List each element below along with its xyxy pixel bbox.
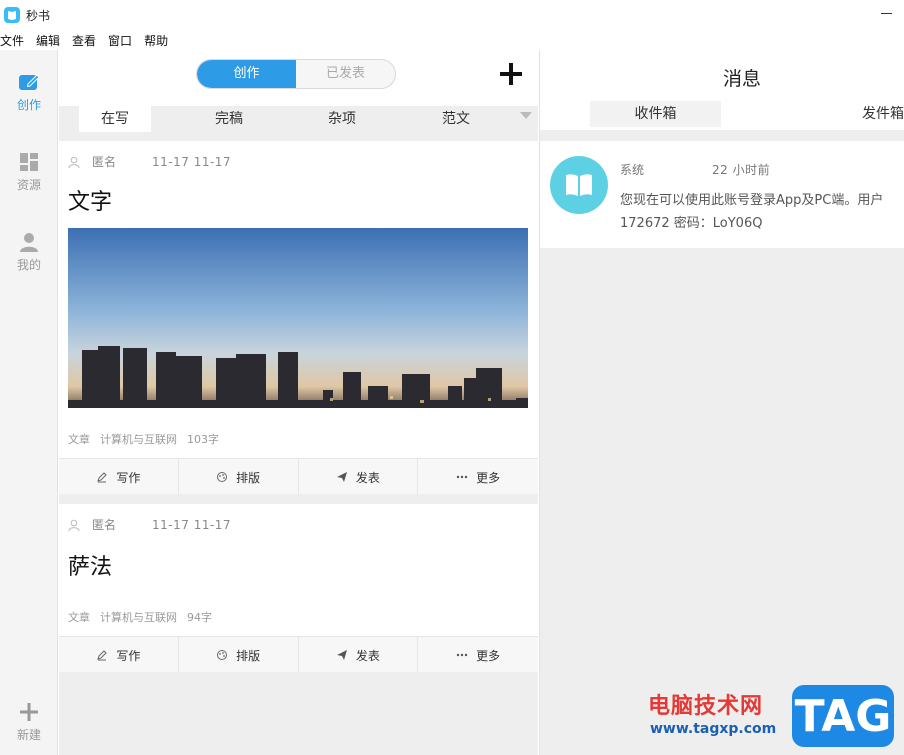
nav-mine[interactable]: 我的 (0, 232, 58, 273)
nav-resources-label: 资源 (16, 178, 41, 192)
layout-button[interactable]: 排版 (179, 459, 299, 495)
card-author: 匿名 (92, 155, 117, 169)
user-icon (20, 233, 38, 252)
title-bar: 秒书 (0, 0, 904, 30)
write-button[interactable]: 写作 (59, 637, 179, 673)
minimize-button[interactable] (880, 6, 894, 20)
nav-new[interactable]: 新建 (0, 702, 58, 743)
tab-misc[interactable]: 杂项 (285, 106, 399, 132)
watermark-url: www.tagxp.com (650, 721, 777, 737)
document-card[interactable]: 匿名 11-17 11-17 萨法 文章 计算机与互联网 94字 写作 排版 发表 … (59, 504, 538, 673)
menu-bar: 文件 编辑 查看 窗口 帮助 (0, 30, 904, 50)
nav-resources[interactable]: 资源 (0, 152, 58, 193)
more-button[interactable]: 更多 (418, 637, 538, 673)
left-nav: 创作 资源 我的 新建 (0, 50, 58, 755)
messages-title: 消息 (722, 68, 761, 90)
card-footer: 文章 计算机与互联网 103字 (68, 431, 229, 447)
card-actions: 写作 排版 发表 更多 (59, 458, 538, 495)
menu-window[interactable]: 窗口 (108, 32, 138, 49)
publish-button[interactable]: 发表 (299, 637, 419, 673)
card-cover-image (68, 228, 528, 408)
layout-label: 排版 (236, 470, 261, 485)
more-label: 更多 (476, 648, 501, 663)
send-icon (336, 472, 347, 482)
tab-samples[interactable]: 范文 (399, 106, 513, 132)
palette-icon (217, 472, 228, 482)
toggle-published[interactable]: 已发表 (296, 60, 395, 88)
card-word-count: 94字 (187, 611, 212, 624)
card-dates: 11-17 11-17 (152, 517, 232, 532)
edit-note-icon (19, 74, 40, 90)
message-line-2: 172672 密码：LoY06Q (620, 216, 763, 231)
tab-inbox[interactable]: 收件箱 (590, 101, 721, 127)
tab-outbox[interactable]: 发件箱 (862, 101, 904, 127)
write-button[interactable]: 写作 (59, 459, 179, 495)
card-title: 萨法 (68, 555, 113, 580)
nav-new-label: 新建 (16, 728, 41, 742)
watermark-text: 电脑技术网 (648, 694, 764, 719)
menu-view[interactable]: 查看 (72, 32, 102, 49)
more-dots-icon (456, 475, 468, 479)
nav-mine-label: 我的 (16, 258, 41, 272)
menu-edit[interactable]: 编辑 (36, 32, 66, 49)
write-label: 写作 (116, 470, 141, 485)
nav-create[interactable]: 创作 (0, 72, 58, 113)
nav-create-label: 创作 (16, 98, 41, 112)
grid-icon (20, 153, 38, 171)
card-actions: 写作 排版 发表 更多 (59, 636, 538, 673)
card-author: 匿名 (92, 518, 117, 532)
book-icon (550, 156, 608, 214)
author-icon (68, 156, 80, 168)
author-icon (68, 519, 80, 531)
document-panel: 创作 已发表 在写 完稿 杂项 范文 匿名 11-17 11-17 文字 文章 … (59, 50, 538, 755)
card-category: 计算机与互联网 (100, 611, 177, 624)
more-label: 更多 (476, 470, 501, 485)
send-icon (336, 650, 347, 660)
app-title: 秒书 (26, 8, 51, 23)
document-card[interactable]: 匿名 11-17 11-17 文字 文章 计算机与互联网 103字 写作 排版 … (59, 141, 538, 495)
write-label: 写作 (116, 648, 141, 663)
messages-header: 消息 收件箱 发件箱 (540, 50, 904, 130)
card-meta: 匿名 11-17 11-17 (68, 516, 231, 533)
add-document-button[interactable] (500, 63, 522, 85)
menu-file[interactable]: 文件 (0, 32, 30, 49)
card-word-count: 103字 (187, 433, 219, 446)
more-button[interactable]: 更多 (418, 459, 538, 495)
card-type: 文章 (68, 433, 90, 446)
view-toggle: 创作 已发表 (196, 59, 396, 89)
pencil-icon (97, 472, 108, 483)
card-title: 文字 (68, 190, 113, 215)
app-logo-icon (4, 7, 20, 23)
message-time: 22 小时前 (712, 163, 771, 177)
tab-finished[interactable]: 完稿 (173, 106, 285, 132)
toggle-create[interactable]: 创作 (197, 60, 296, 88)
tabs-dropdown-icon[interactable] (520, 112, 532, 119)
menu-help[interactable]: 帮助 (144, 32, 174, 49)
plus-icon (20, 703, 38, 721)
publish-button[interactable]: 发表 (299, 459, 419, 495)
tab-writing[interactable]: 在写 (79, 106, 151, 132)
pencil-icon (97, 650, 108, 661)
message-line-1: 您现在可以使用此账号登录App及PC端。用户 (620, 193, 884, 208)
card-type: 文章 (68, 611, 90, 624)
card-meta: 匿名 11-17 11-17 (68, 153, 231, 170)
palette-icon (217, 650, 228, 660)
messages-panel: 消息 收件箱 发件箱 系统 22 小时前 您现在可以使用此账号登录App及PC端… (539, 50, 904, 755)
watermark-tag: TAG (792, 685, 894, 747)
publish-label: 发表 (355, 648, 380, 663)
card-dates: 11-17 11-17 (152, 154, 232, 169)
message-item[interactable]: 系统 22 小时前 您现在可以使用此账号登录App及PC端。用户 172672 … (540, 141, 904, 248)
document-tabs: 在写 完稿 杂项 范文 (59, 106, 538, 132)
layout-label: 排版 (236, 648, 261, 663)
more-dots-icon (456, 653, 468, 657)
card-category: 计算机与互联网 (100, 433, 177, 446)
layout-button[interactable]: 排版 (179, 637, 299, 673)
message-sender: 系统 (620, 163, 645, 177)
publish-label: 发表 (355, 470, 380, 485)
message-body: 您现在可以使用此账号登录App及PC端。用户 172672 密码：LoY06Q (620, 189, 904, 235)
card-footer: 文章 计算机与互联网 94字 (68, 609, 222, 625)
